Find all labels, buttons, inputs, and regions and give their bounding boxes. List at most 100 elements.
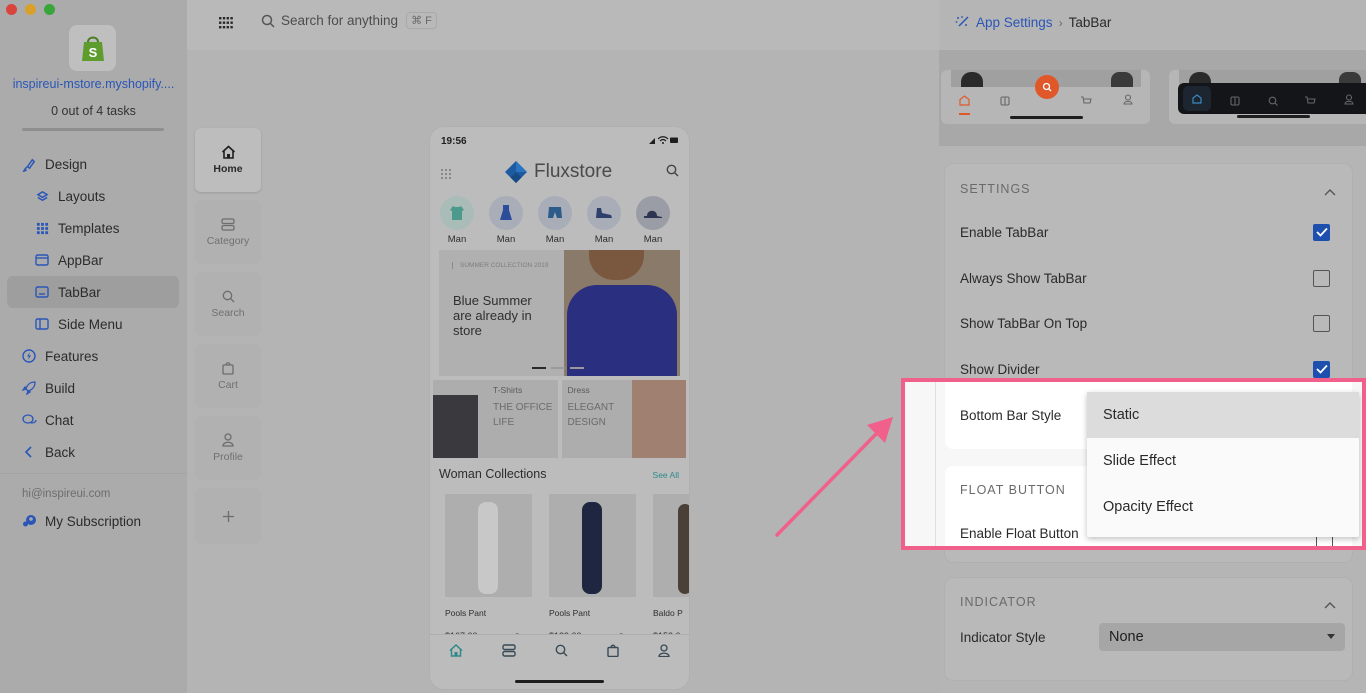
- phone-search-icon[interactable]: [666, 164, 679, 182]
- add-tab-item-button[interactable]: [195, 488, 261, 544]
- show-divider-checkbox[interactable]: [1313, 360, 1330, 378]
- svg-text:S: S: [88, 45, 97, 60]
- tab-item-search[interactable]: Search: [195, 272, 261, 336]
- option-label: Opacity Effect: [1103, 499, 1193, 515]
- category-label: Man: [594, 234, 614, 245]
- enable-tabbar-checkbox[interactable]: [1313, 223, 1330, 241]
- shirt-icon: [440, 196, 474, 230]
- float-search-button: [1035, 75, 1059, 99]
- apps-grid-icon[interactable]: [219, 16, 233, 35]
- home-icon[interactable]: [449, 643, 463, 662]
- category-item[interactable]: Man: [488, 196, 524, 245]
- dropdown-option-slide-effect[interactable]: Slide Effect: [1087, 438, 1359, 484]
- product-name: Pools Pant: [445, 608, 487, 618]
- category-item[interactable]: Man: [635, 196, 671, 245]
- plus-icon: [222, 510, 234, 522]
- chevron-up-icon[interactable]: [1324, 183, 1336, 201]
- tasks-progress-bar: [22, 128, 164, 131]
- indicator-style-label: Indicator Style: [960, 627, 1090, 647]
- category-item[interactable]: Man: [439, 196, 475, 245]
- phone-banner[interactable]: SUMMER COLLECTION 2019 Blue Summer are a…: [439, 250, 680, 376]
- tabbar-preview-float[interactable]: [941, 70, 1150, 124]
- tabbar-icon: [34, 284, 50, 300]
- indicator-title: INDICATOR: [960, 595, 1037, 609]
- category-icon: [1230, 93, 1240, 111]
- sidebar-item-label: Features: [45, 348, 99, 364]
- promo-category: T-Shirts: [493, 385, 523, 395]
- category-icon: [221, 217, 235, 231]
- sidebar-item-label: Chat: [45, 412, 74, 428]
- tab-item-profile[interactable]: Profile: [195, 416, 261, 480]
- setting-row-show-on-top: Show TabBar On Top: [960, 313, 1330, 333]
- tab-items-list: Home Category Search Cart Profile: [195, 128, 261, 552]
- check-icon: [1315, 364, 1328, 374]
- sidebar-item-design[interactable]: Design: [7, 148, 179, 180]
- banner-title: Blue Summer are already in store: [453, 293, 532, 338]
- search-icon[interactable]: [555, 644, 568, 662]
- dropdown-option-static[interactable]: Static: [1087, 392, 1359, 438]
- sidebar-item-features[interactable]: Features: [7, 340, 179, 372]
- sidebar-item-layouts[interactable]: Layouts: [7, 180, 179, 212]
- home-icon: [221, 145, 235, 159]
- sidebar-item-subscription[interactable]: My Subscription: [7, 505, 179, 537]
- promo-card[interactable]: T-Shirts THE OFFICE LIFE: [433, 380, 558, 458]
- sidebar-item-templates[interactable]: Templates: [7, 212, 179, 244]
- sidebar-item-label: Templates: [58, 220, 120, 236]
- see-all-link[interactable]: See All: [653, 470, 679, 480]
- sidebar-item-label: Back: [45, 444, 76, 460]
- shoe-icon: [587, 196, 621, 230]
- product-card[interactable]: Baldo P $153.0: [653, 494, 689, 641]
- sidebar-item-label: TabBar: [58, 284, 101, 300]
- category-item[interactable]: Man: [537, 196, 573, 245]
- category-item[interactable]: Man: [586, 196, 622, 245]
- appbar-icon: [34, 252, 50, 268]
- show-tabbar-on-top-checkbox[interactable]: [1313, 314, 1330, 332]
- promo-card[interactable]: Dress ELEGANT DESIGN: [561, 380, 686, 458]
- tab-item-label: Search: [211, 306, 245, 319]
- sidebar-item-back[interactable]: Back: [7, 436, 179, 468]
- phone-bottom-nav: [430, 634, 689, 689]
- option-label: Slide Effect: [1103, 453, 1177, 469]
- product-card[interactable]: Pools Pant $167.00: [445, 494, 532, 642]
- dropdown-option-opacity-effect[interactable]: Opacity Effect: [1087, 484, 1359, 530]
- always-show-tabbar-checkbox[interactable]: [1313, 269, 1330, 287]
- cart-icon: [1305, 93, 1316, 111]
- grid-icon: [34, 220, 50, 236]
- tab-item-cart[interactable]: Cart: [195, 344, 261, 408]
- bottom-bar-style-dropdown: Static Slide Effect Opacity Effect: [1087, 392, 1359, 537]
- search-placeholder: Search for anything: [281, 13, 399, 28]
- sidebar-item-label: AppBar: [58, 252, 104, 268]
- category-icon[interactable]: [502, 644, 516, 662]
- sidebar-item-appbar[interactable]: AppBar: [7, 244, 179, 276]
- indicator-card: INDICATOR Indicator Style None: [945, 578, 1352, 680]
- tab-item-label: Cart: [218, 379, 238, 391]
- maximize-window-button[interactable]: [44, 4, 55, 15]
- promo-image: [631, 380, 686, 458]
- category-label: Man: [447, 234, 467, 245]
- close-window-button[interactable]: [6, 4, 17, 15]
- sidebar-item-chat[interactable]: Chat: [7, 404, 179, 436]
- sidebar-item-tabbar[interactable]: TabBar: [7, 276, 179, 308]
- chat-icon: [21, 412, 37, 428]
- global-search[interactable]: Search for anything ⌘ F: [261, 12, 437, 29]
- home-icon: [1183, 86, 1211, 111]
- indicator-style-select[interactable]: None: [1099, 623, 1345, 651]
- sidebar-item-build[interactable]: Build: [7, 372, 179, 404]
- store-name-link[interactable]: inspireui-mstore.myshopify....: [0, 77, 187, 91]
- cart-icon[interactable]: [607, 644, 619, 662]
- tabbar-preview-dark[interactable]: [1169, 70, 1366, 124]
- profile-icon[interactable]: [657, 644, 670, 662]
- chevron-up-icon[interactable]: [1324, 596, 1336, 614]
- setting-label: Show Divider: [960, 361, 1040, 377]
- phone-menu-icon[interactable]: [441, 166, 451, 184]
- banner-pagination: [532, 367, 584, 369]
- profile-icon: [1123, 92, 1133, 110]
- sidebar-item-side-menu[interactable]: Side Menu: [7, 308, 179, 340]
- product-card[interactable]: Pools Pant $139.00: [549, 494, 636, 642]
- tab-item-category[interactable]: Category: [195, 200, 261, 264]
- breadcrumb-app-settings[interactable]: App Settings: [976, 15, 1053, 30]
- tab-item-home[interactable]: Home: [195, 128, 261, 192]
- banner-tag: SUMMER COLLECTION 2019: [452, 262, 549, 269]
- caret-down-icon: [1327, 634, 1335, 639]
- minimize-window-button[interactable]: [25, 4, 36, 15]
